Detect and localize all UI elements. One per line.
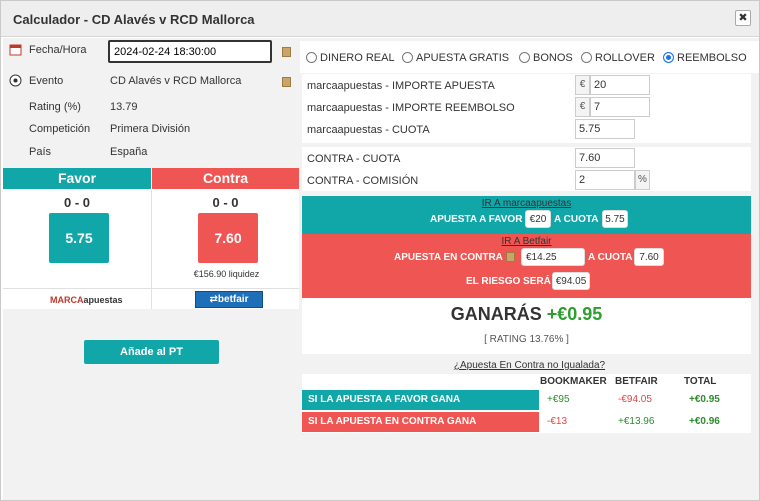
pais-label: País <box>29 146 52 158</box>
favor-header: Favor <box>3 168 151 189</box>
fecha-label: Fecha/Hora <box>29 44 87 56</box>
odds-comparison: Favor Contra 0 - 0 0 - 0 5.75 7.60 €156.… <box>3 168 299 309</box>
fecha-row: Fecha/Hora <box>3 40 300 63</box>
rating-label: Rating (%) <box>29 101 81 113</box>
radio-reembolso[interactable]: REEMBOLSO <box>663 52 747 66</box>
favor-odds-box[interactable]: 5.75 <box>49 213 109 263</box>
contra-bet-cuota-text: A CUOTA <box>588 252 633 263</box>
row-favor-bookmaker: +€95 <box>547 394 570 405</box>
dialog-title: Calculador - CD Alavés v RCD Mallorca <box>13 12 255 27</box>
cuota-label: marcaapuestas - CUOTA <box>307 124 430 136</box>
contra-comision-input[interactable] <box>575 170 635 190</box>
importe-apuesta-input[interactable] <box>590 75 650 95</box>
radio-rollover[interactable]: ROLLOVER <box>581 52 655 66</box>
competicion-value: Primera División <box>110 123 191 135</box>
result-block: GANARÁS +€0.95 [ RATING 13.76% ] <box>302 298 751 354</box>
ganaras-text: GANARÁS +€0.95 <box>450 304 603 324</box>
riesgo-label: EL RIESGO SERÁ <box>466 276 551 287</box>
row-favor-betfair: -€94.05 <box>618 394 652 405</box>
betfair-logo[interactable]: ⇄betfair <box>195 291 263 308</box>
currency-addon: € <box>575 75 590 95</box>
importe-reembolso-input[interactable] <box>590 97 650 117</box>
col-bookmaker: BOOKMAKER <box>540 376 607 387</box>
result-rating: [ RATING 13.76% ] <box>484 334 569 345</box>
favor-bet-block: IR A marcaapuestas APUESTA A FAVOR €20 A… <box>302 196 751 234</box>
ir-betfair-link[interactable]: IR A Betfair <box>302 236 751 247</box>
favor-bet-odds: 5.75 <box>602 210 628 228</box>
outcomes-table: BOOKMAKER BETFAIR TOTAL SI LA APUESTA A … <box>302 374 751 433</box>
clipboard-icon[interactable] <box>282 47 291 57</box>
ir-marcaapuestas-link[interactable]: IR A marcaapuestas <box>302 198 751 209</box>
currency-addon: € <box>575 97 590 117</box>
pais-row: País España <box>3 142 300 164</box>
importe-apuesta-label: marcaapuestas - IMPORTE APUESTA <box>307 80 495 92</box>
col-betfair: BETFAIR <box>615 376 658 387</box>
close-button[interactable]: ✖ <box>735 10 751 26</box>
favor-score: 0 - 0 <box>63 195 90 210</box>
row-contra-betfair: +€13.96 <box>618 416 655 427</box>
contra-fields: CONTRA - CUOTA CONTRA - COMISIÓN % <box>302 147 751 191</box>
row-contra-total: +€0.96 <box>689 416 720 427</box>
row-favor-total: +€0.95 <box>689 394 720 405</box>
contra-bet-amount: €14.25 <box>521 248 585 266</box>
profit-value: +€0.95 <box>546 304 603 324</box>
calculator-dialog: Calculador - CD Alavés v RCD Mallorca ✖ … <box>0 0 760 501</box>
contra-comision-label: CONTRA - COMISIÓN <box>307 175 419 187</box>
fecha-input[interactable] <box>108 40 272 63</box>
contra-bet-text: APUESTA EN CONTRA <box>394 252 503 263</box>
competicion-row: Competición Primera División <box>3 119 300 141</box>
title-bar: Calculador - CD Alavés v RCD Mallorca ✖ <box>1 1 759 37</box>
percent-addon: % <box>635 170 650 190</box>
evento-value: CD Alavés v RCD Mallorca <box>110 75 242 87</box>
evento-row: Evento CD Alavés v RCD Mallorca <box>3 71 300 93</box>
rating-row: Rating (%) 13.79 <box>3 97 300 119</box>
rating-value: 13.79 <box>110 101 138 113</box>
contra-bet-block: IR A Betfair APUESTA EN CONTRA €14.25 A … <box>302 234 751 298</box>
radio-dinero-real[interactable]: DINERO REAL <box>306 52 395 66</box>
calendar-icon <box>9 44 22 56</box>
contra-score: 0 - 0 <box>212 195 239 210</box>
right-panel: DINERO REAL APUESTA GRATIS BONOS ROLLOVE… <box>300 38 759 500</box>
add-pt-button[interactable]: Añade al PT <box>84 340 219 364</box>
favor-bet-amount: €20 <box>525 210 551 228</box>
row-favor-label: SI LA APUESTA A FAVOR GANA <box>302 390 539 410</box>
col-total: TOTAL <box>684 376 717 387</box>
contra-cuota-input[interactable] <box>575 148 635 168</box>
competicion-label: Competición <box>29 123 91 135</box>
row-contra-label: SI LA APUESTA EN CONTRA GANA <box>302 412 539 432</box>
radio-apuesta-gratis[interactable]: APUESTA GRATIS <box>402 52 509 66</box>
clipboard-icon[interactable] <box>506 252 515 262</box>
marcaapuestas-logo[interactable]: MARCAapuestas <box>50 295 123 305</box>
pais-value: España <box>110 146 148 158</box>
clipboard-icon[interactable] <box>282 77 291 87</box>
contra-cuota-label: CONTRA - CUOTA <box>307 153 401 165</box>
contra-odds-box[interactable]: 7.60 <box>198 213 258 263</box>
importe-reembolso-label: marcaapuestas - IMPORTE REEMBOLSO <box>307 102 515 114</box>
soccer-ball-icon <box>9 74 22 87</box>
favor-bet-text: APUESTA A FAVOR <box>430 214 523 225</box>
liquidity-text: €156.90 liquidez <box>193 269 260 279</box>
mode-selector: DINERO REAL APUESTA GRATIS BONOS ROLLOVE… <box>300 41 759 73</box>
radio-bonos[interactable]: BONOS <box>519 52 573 66</box>
row-contra-bookmaker: -€13 <box>547 416 568 427</box>
favor-bet-cuota-text: A CUOTA <box>554 214 599 225</box>
bookmaker-fields: marcaapuestas - IMPORTE APUESTA € marcaa… <box>302 74 751 143</box>
logo-divider <box>3 288 299 289</box>
cuota-input[interactable] <box>575 119 635 139</box>
evento-label: Evento <box>29 75 64 87</box>
contra-bet-odds: 7.60 <box>634 248 664 266</box>
riesgo-value: €94.05 <box>552 272 590 290</box>
contra-header: Contra <box>152 168 299 189</box>
unmatched-link[interactable]: ¿Apuesta En Contra no Igualada? <box>300 360 759 371</box>
